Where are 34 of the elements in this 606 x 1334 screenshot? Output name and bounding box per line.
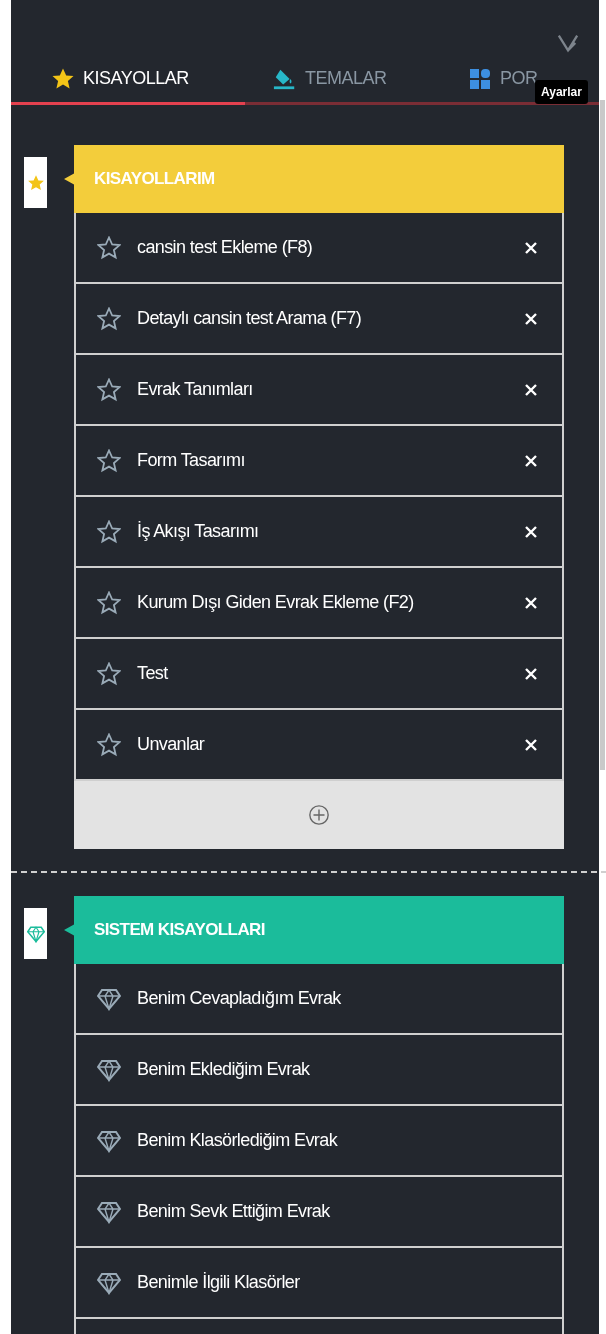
tab-label: POR bbox=[500, 68, 538, 89]
shortcut-label: Unvanlar bbox=[137, 734, 206, 755]
shortcut-item[interactable]: Benim Eklediğim Evrak bbox=[74, 1035, 564, 1106]
shortcut-item[interactable]: Detaylı cansin test Arama (F7) bbox=[74, 284, 564, 355]
shortcut-item[interactable]: İş Akışı Tasarımı bbox=[74, 497, 564, 568]
shortcut-label: cansin test Ekleme (F8) bbox=[137, 237, 314, 258]
shortcut-label: Evrak Tanımları bbox=[137, 379, 254, 400]
tab-label: KISAYOLLAR bbox=[83, 68, 189, 89]
tooltip: Ayarlar bbox=[535, 80, 588, 104]
shortcut-label: Benim Sevk Ettiğim Evrak bbox=[137, 1201, 331, 1222]
shortcut-item[interactable]: Form Tasarımı bbox=[74, 426, 564, 497]
section-title: SISTEM KISAYOLLARI bbox=[94, 920, 265, 940]
shortcut-label: Benim Klasörlediğim Evrak bbox=[137, 1130, 339, 1151]
shortcut-item[interactable]: Unvanlar bbox=[74, 710, 564, 781]
shortcut-item[interactable]: Kurum Dışı Giden Evrak Ekleme (F2) bbox=[74, 568, 564, 639]
shortcut-item[interactable]: Benim Sevk Ettiğim Evrak bbox=[74, 1177, 564, 1248]
tab-label: TEMALAR bbox=[305, 68, 387, 89]
shortcut-item[interactable]: Benimle İlgili Klasörler bbox=[74, 1248, 564, 1319]
shortcut-label: Test bbox=[137, 663, 169, 684]
shortcut-label: Benim Eklediğim Evrak bbox=[137, 1059, 311, 1080]
tab[interactable]: TEMALAR bbox=[245, 55, 440, 105]
shortcut-label: Benimle İlgili Klasörler bbox=[137, 1272, 301, 1293]
shortcut-item[interactable]: Evrak Tanımları bbox=[74, 355, 564, 426]
shortcut-item[interactable]: cansin test Ekleme (F8) bbox=[74, 213, 564, 284]
shortcut-label: Detaylı cansin test Arama (F7) bbox=[137, 308, 363, 329]
shortcut-label: Kurum Dışı Giden Evrak Ekleme (F2) bbox=[137, 592, 415, 613]
shortcut-item[interactable]: Benim Klasörlediğim Evrak bbox=[74, 1106, 564, 1177]
shortcut-label: İş Akışı Tasarımı bbox=[137, 521, 260, 542]
shortcut-item[interactable]: Benim Cevapladığım Evrak bbox=[74, 964, 564, 1035]
shortcut-label: Form Tasarımı bbox=[137, 450, 246, 471]
shortcut-label: Benim Cevapladığım Evrak bbox=[137, 988, 342, 1009]
section-title: KISAYOLLARIM bbox=[94, 169, 215, 189]
shortcut-item[interactable]: Test bbox=[74, 639, 564, 710]
tab[interactable]: KISAYOLLAR bbox=[11, 55, 245, 105]
